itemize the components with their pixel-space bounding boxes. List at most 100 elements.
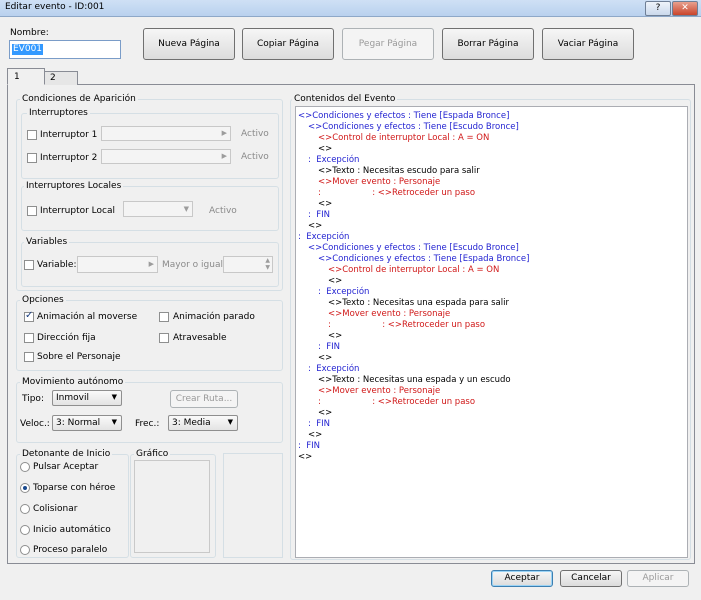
command-line[interactable]: <>Mover evento : Personaje xyxy=(318,177,440,187)
trigger-autorun-radio[interactable] xyxy=(20,525,30,535)
trigger-option-label: Colisionar xyxy=(33,504,78,514)
local-switch-checkbox[interactable] xyxy=(27,206,37,216)
command-line[interactable]: : Excepción xyxy=(318,287,369,297)
command-line[interactable]: : Excepción xyxy=(308,155,359,165)
name-field[interactable]: EV001 xyxy=(9,40,121,59)
command-line[interactable]: : Excepción xyxy=(298,232,349,242)
command-line[interactable]: <>Condiciones y efectos : Tiene [Escudo … xyxy=(308,243,519,253)
help-icon: ? xyxy=(655,3,661,13)
spin-down-icon[interactable]: ▼ xyxy=(265,264,270,271)
conditions-title: Condiciones de Aparición xyxy=(20,94,138,104)
command-line[interactable]: <> xyxy=(298,452,312,462)
command-line[interactable]: <> xyxy=(328,276,342,286)
tab-page-2-label: 2 xyxy=(50,73,56,83)
close-button[interactable]: ✕ xyxy=(672,1,698,16)
arrow-right-icon: ▶ xyxy=(221,152,227,160)
command-line[interactable]: : Excepción xyxy=(308,364,359,374)
command-line[interactable]: <>Control de interruptor Local : A = ON xyxy=(328,265,499,275)
name-label: Nombre: xyxy=(10,28,49,38)
close-icon: ✕ xyxy=(681,3,689,13)
switches-group xyxy=(21,113,279,179)
always-on-top-label: Sobre el Personaje xyxy=(37,352,121,362)
local-switch-active-label: Activo xyxy=(209,206,237,216)
switch2-checkbox[interactable] xyxy=(27,153,37,163)
command-line[interactable]: : : <>Retroceder un paso xyxy=(318,188,475,198)
command-line[interactable]: <> xyxy=(318,353,332,363)
command-line[interactable]: : FIN xyxy=(308,210,330,220)
help-button[interactable]: ? xyxy=(645,1,671,16)
trigger-player-touch-radio[interactable] xyxy=(20,483,30,493)
arrow-right-icon: ▶ xyxy=(221,129,227,137)
direction-fix-checkbox[interactable] xyxy=(24,333,34,343)
trigger-title: Detonante de Inicio xyxy=(20,449,113,459)
trigger-option-label: Inicio automático xyxy=(33,525,111,535)
switch1-checkbox[interactable] xyxy=(27,130,37,140)
switch1-active-label: Activo xyxy=(241,129,269,139)
command-line[interactable]: : FIN xyxy=(318,342,340,352)
command-line[interactable]: : FIN xyxy=(308,419,330,429)
local-switch-select[interactable]: ▼ xyxy=(123,201,193,217)
frequency-select[interactable]: 3: Media ▼ xyxy=(168,415,238,431)
name-value: EV001 xyxy=(12,44,44,55)
cancel-button[interactable]: Cancelar xyxy=(560,570,622,587)
step-anim-label: Animación parado xyxy=(173,312,255,322)
clear-page-button[interactable]: Vaciar Página xyxy=(542,28,634,60)
command-line[interactable]: <>Condiciones y efectos : Tiene [Espada … xyxy=(318,254,529,264)
variable-value-spinner[interactable]: ▲ ▼ xyxy=(223,256,273,273)
frequency-label: Frec.: xyxy=(135,419,160,429)
variable-selector[interactable]: ▶ xyxy=(77,256,158,273)
speed-select[interactable]: 3: Normal ▼ xyxy=(52,415,122,431)
switch2-selector[interactable]: ▶ xyxy=(101,149,231,164)
command-line[interactable]: <>Condiciones y efectos : Tiene [Espada … xyxy=(298,111,509,121)
options-title: Opciones xyxy=(20,295,66,305)
variable-label: Variable: xyxy=(37,260,77,270)
always-on-top-checkbox[interactable] xyxy=(24,352,34,362)
chevron-down-icon: ▼ xyxy=(111,393,117,401)
command-line[interactable]: <>Texto : Necesitas una espada para sali… xyxy=(328,298,509,308)
command-line[interactable]: <>Mover evento : Personaje xyxy=(318,386,440,396)
command-line[interactable]: <> xyxy=(308,430,322,440)
trigger-event-touch-radio[interactable] xyxy=(20,504,30,514)
command-line[interactable]: <>Texto : Necesitas una espada y un escu… xyxy=(318,375,511,385)
event-commands-list[interactable]: <>Condiciones y efectos : Tiene [Espada … xyxy=(295,106,688,558)
switch1-selector[interactable]: ▶ xyxy=(101,126,231,141)
direction-fix-label: Dirección fija xyxy=(37,333,96,343)
command-line[interactable]: : : <>Retroceder un paso xyxy=(318,397,475,407)
graphic-preview[interactable] xyxy=(134,460,210,553)
through-checkbox[interactable] xyxy=(159,333,169,343)
step-anim-checkbox[interactable] xyxy=(159,312,169,322)
delete-page-button[interactable]: Borrar Página xyxy=(442,28,534,60)
command-line[interactable]: : : <>Retroceder un paso xyxy=(328,320,485,330)
command-line[interactable]: <> xyxy=(328,331,342,341)
chevron-down-icon: ▼ xyxy=(183,205,189,213)
tab-page-1[interactable]: 1 xyxy=(7,68,45,85)
accept-button[interactable]: Aceptar xyxy=(491,570,553,587)
variable-comparison: Mayor o igual xyxy=(162,260,223,270)
new-page-button[interactable]: Nueva Página xyxy=(143,28,235,60)
apply-button[interactable]: Aplicar xyxy=(627,570,689,587)
copy-page-button[interactable]: Copiar Página xyxy=(242,28,334,60)
command-line[interactable]: <>Mover evento : Personaje xyxy=(328,309,450,319)
local-switch-label: Interruptor Local xyxy=(40,206,116,216)
walk-anim-label: Animación al moverse xyxy=(37,312,138,322)
paste-page-button[interactable]: Pegar Página xyxy=(342,28,434,60)
command-line[interactable]: : FIN xyxy=(298,441,320,451)
trigger-parallel-radio[interactable] xyxy=(20,545,30,555)
spin-up-icon[interactable]: ▲ xyxy=(265,257,270,264)
command-line[interactable]: <> xyxy=(318,199,332,209)
command-line[interactable]: <>Condiciones y efectos : Tiene [Escudo … xyxy=(308,122,519,132)
walk-anim-checkbox[interactable] xyxy=(24,310,34,322)
tab-page-2[interactable]: 2 xyxy=(44,71,78,85)
frequency-value: 3: Media xyxy=(172,418,211,428)
window-title: Editar evento - ID:001 xyxy=(5,2,105,12)
command-line[interactable]: <> xyxy=(318,408,332,418)
create-route-button[interactable]: Crear Ruta... xyxy=(170,390,238,408)
variable-checkbox[interactable] xyxy=(24,260,34,270)
trigger-option-label: Toparse con héroe xyxy=(33,483,116,493)
move-type-select[interactable]: Inmovil ▼ xyxy=(52,390,122,406)
command-line[interactable]: <>Control de interruptor Local : A = ON xyxy=(318,133,489,143)
command-line[interactable]: <>Texto : Necesitas escudo para salir xyxy=(318,166,480,176)
command-line[interactable]: <> xyxy=(318,144,332,154)
trigger-action-radio[interactable] xyxy=(20,462,30,472)
command-line[interactable]: <> xyxy=(308,221,322,231)
